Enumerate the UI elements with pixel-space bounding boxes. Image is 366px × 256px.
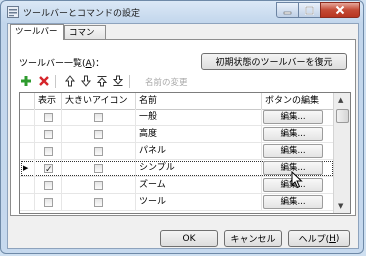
edit-buttons-button[interactable]: 編集... (263, 110, 323, 124)
cell-show (35, 160, 62, 179)
settings-icon (7, 6, 19, 18)
arrow-bottom-icon (112, 75, 124, 86)
edit-buttons-button[interactable]: 編集... (263, 127, 323, 141)
tab-toolbars[interactable]: ツールバー (10, 24, 64, 40)
column-header-show[interactable]: 表示 (35, 93, 62, 109)
show-checkbox[interactable] (44, 113, 53, 122)
cell-show (35, 126, 62, 143)
rename-button[interactable]: 名前の変更 (145, 76, 188, 88)
column-header-edit-buttons[interactable]: ボタンの編集 (262, 93, 334, 109)
show-checkbox[interactable] (44, 147, 53, 156)
cell-large-icons (62, 109, 136, 126)
row-indicator: ▶ (20, 160, 35, 177)
show-checkbox[interactable] (44, 130, 53, 139)
row-indicator (20, 177, 35, 194)
arrow-up-icon (64, 75, 76, 87)
close-icon (335, 5, 345, 15)
toolbar-grid: 表示 大きいアイコン 名前 ボタンの編集 一般 編集... 高度 編集... パネル 編集… (19, 92, 351, 214)
table-row[interactable]: パネル 編集... (20, 143, 334, 160)
show-checkbox[interactable] (44, 181, 53, 190)
row-indicator-header (20, 93, 35, 109)
move-top-button[interactable] (95, 74, 109, 88)
table-row[interactable]: ツール 編集... (20, 194, 334, 211)
ok-button[interactable]: OK (160, 230, 218, 247)
table-row[interactable]: ズーム編集... (20, 177, 334, 194)
cell-large-icons (62, 126, 136, 143)
plus-icon (21, 76, 31, 86)
mouse-cursor-icon (291, 171, 303, 189)
cell-toolbar-name: パネル (136, 143, 262, 160)
toolbar-list-label: ツールバー一覧(A)： (19, 59, 105, 69)
row-indicator (20, 126, 35, 143)
reset-toolbars-button[interactable]: 初期状態のツールバーを復元 (201, 53, 347, 70)
list-toolbar: 名前の変更 (19, 74, 353, 90)
cell-toolbar-name: ツール (136, 194, 262, 211)
cancel-button[interactable]: キャンセル (224, 230, 282, 247)
help-button[interactable]: ヘルプ(H) (288, 230, 350, 247)
scroll-up-icon[interactable]: ▲ (338, 96, 343, 104)
title-bar: ツールバーとコマンドの設定 (1, 1, 363, 23)
minimize-icon (283, 11, 292, 14)
cell-large-icons (62, 194, 136, 211)
move-down-button[interactable] (79, 74, 93, 88)
grid-header: 表示 大きいアイコン 名前 ボタンの編集 (20, 93, 334, 110)
row-indicator (20, 109, 35, 126)
cell-toolbar-name: シンプル (136, 160, 262, 177)
toolbar-separator (129, 75, 130, 88)
toolbar-separator (55, 75, 56, 88)
minimize-button[interactable] (276, 2, 299, 18)
cell-toolbar-name: 一般 (136, 109, 262, 126)
tab-commands[interactable]: コマンド (64, 25, 106, 52)
cell-show (35, 109, 62, 126)
dialog-window: ツールバーとコマンドの設定 ツールバー コマンド ツールバー一覧(A)： 初期状… (0, 0, 364, 254)
table-row[interactable]: 高度 編集... (20, 126, 334, 143)
show-checkbox[interactable] (44, 198, 53, 207)
cell-edit-buttons: 編集... (262, 126, 334, 143)
large-icons-checkbox[interactable] (94, 198, 103, 207)
cell-large-icons (62, 160, 136, 177)
arrow-top-icon (96, 76, 108, 87)
move-up-button[interactable] (63, 74, 77, 88)
current-row-icon: ▶ (23, 164, 29, 172)
column-header-name[interactable]: 名前 (136, 93, 262, 109)
large-icons-checkbox[interactable] (94, 147, 103, 156)
scroll-thumb[interactable] (336, 109, 349, 123)
large-icons-checkbox[interactable] (94, 164, 103, 173)
cell-show (35, 143, 62, 160)
cell-edit-buttons: 編集... (262, 143, 334, 160)
column-header-large-icons[interactable]: 大きいアイコン (62, 93, 136, 109)
add-button[interactable] (19, 74, 33, 88)
delete-x-icon (39, 76, 49, 86)
cell-large-icons (62, 177, 136, 194)
large-icons-checkbox[interactable] (94, 113, 103, 122)
cell-toolbar-name: ズーム (136, 177, 262, 194)
large-icons-checkbox[interactable] (94, 181, 103, 190)
large-icons-checkbox[interactable] (94, 130, 103, 139)
cell-toolbar-name: 高度 (136, 126, 262, 143)
vertical-scrollbar[interactable]: ▲ ▼ (333, 93, 350, 213)
move-bottom-button[interactable] (111, 74, 125, 88)
cell-edit-buttons: 編集... (262, 194, 334, 211)
edit-buttons-button[interactable]: 編集... (263, 195, 323, 209)
close-button[interactable] (320, 2, 360, 18)
maximize-button[interactable] (298, 2, 321, 18)
delete-button[interactable] (37, 74, 51, 88)
cell-large-icons (62, 143, 136, 160)
maximize-icon (305, 5, 314, 15)
show-checkbox[interactable] (44, 162, 53, 179)
table-row[interactable]: ▶シンプル編集... (20, 160, 334, 179)
cell-show (35, 194, 62, 211)
row-indicator (20, 194, 35, 211)
dialog-client: ツールバー コマンド ツールバー一覧(A)： 初期状態のツールバーを復元 (7, 23, 359, 249)
edit-buttons-button[interactable]: 編集... (263, 144, 323, 158)
cell-edit-buttons: 編集... (262, 109, 334, 126)
tab-panel: ツールバー一覧(A)： 初期状態のツールバーを復元 名前の変更 表示 大きいアイ… (10, 39, 356, 216)
table-row[interactable]: 一般 編集... (20, 109, 334, 126)
scroll-down-icon[interactable]: ▼ (338, 202, 343, 210)
cell-show (35, 177, 62, 194)
row-indicator (20, 143, 35, 160)
window-title: ツールバーとコマンドの設定 (23, 9, 141, 19)
arrow-down-icon (80, 75, 92, 87)
